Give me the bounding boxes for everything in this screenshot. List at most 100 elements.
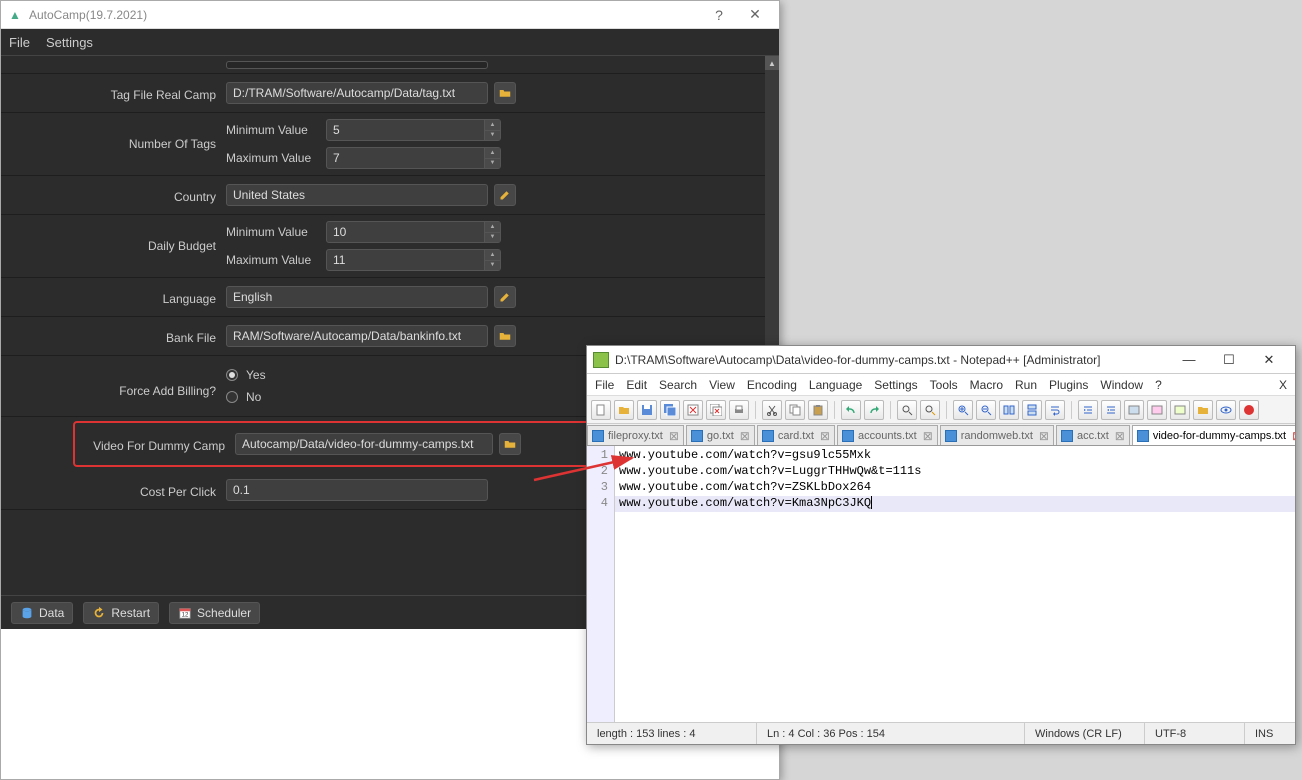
save-icon[interactable] [637, 400, 657, 420]
replace-icon[interactable] [920, 400, 940, 420]
tab-randomweb[interactable]: randomweb.txt⊠ [940, 425, 1054, 445]
cpc-input[interactable]: 0.1 [226, 479, 488, 501]
close-file-icon[interactable] [683, 400, 703, 420]
browse-video-button[interactable] [499, 433, 521, 455]
copy-icon[interactable] [785, 400, 805, 420]
menu-language[interactable]: Language [809, 378, 862, 392]
browse-bank-button[interactable] [494, 325, 516, 347]
tab-go[interactable]: go.txt⊠ [686, 425, 755, 445]
language-input[interactable]: English [226, 286, 488, 308]
code-line[interactable]: www.youtube.com/watch?v=LuggrTHHwQw&t=11… [615, 464, 1295, 480]
menu-view[interactable]: View [709, 378, 735, 392]
chevron-up-icon[interactable]: ▲ [485, 120, 500, 131]
outdent-icon[interactable] [1101, 400, 1121, 420]
code-line[interactable]: www.youtube.com/watch?v=gsu9lc55Mxk [615, 448, 1295, 464]
menu-run[interactable]: Run [1015, 378, 1037, 392]
chevron-down-icon[interactable]: ▼ [485, 159, 500, 169]
indent-icon[interactable] [1078, 400, 1098, 420]
tab-video-dummy[interactable]: video-for-dummy-camps.txt⊠ [1132, 425, 1295, 446]
folder-icon[interactable] [1193, 400, 1213, 420]
notepadpp-window: D:\TRAM\Software\Autocamp\Data\video-for… [586, 345, 1296, 745]
new-file-icon[interactable] [591, 400, 611, 420]
code-line[interactable]: www.youtube.com/watch?v=ZSKLbDox264 [615, 480, 1295, 496]
zoom-in-icon[interactable] [953, 400, 973, 420]
save-all-icon[interactable] [660, 400, 680, 420]
menu-edit[interactable]: Edit [626, 378, 647, 392]
redo-icon[interactable] [864, 400, 884, 420]
menu-file[interactable]: File [595, 378, 614, 392]
autocamp-titlebar[interactable]: ▲ AutoCamp(19.7.2021) ? ✕ [1, 1, 779, 29]
menu-window[interactable]: Window [1100, 378, 1143, 392]
browse-tagfile-button[interactable] [494, 82, 516, 104]
open-file-icon[interactable] [614, 400, 634, 420]
edit-country-button[interactable] [494, 184, 516, 206]
menu-search[interactable]: Search [659, 378, 697, 392]
tab-accounts[interactable]: accounts.txt⊠ [837, 425, 938, 445]
restart-button[interactable]: Restart [83, 602, 159, 624]
menu-encoding[interactable]: Encoding [747, 378, 797, 392]
close-button[interactable]: ✕ [737, 3, 773, 27]
chevron-up-icon[interactable]: ▲ [485, 250, 500, 261]
tagfile-input[interactable]: D:/TRAM/Software/Autocamp/Data/tag.txt [226, 82, 488, 104]
np-menubar: File Edit Search View Encoding Language … [587, 374, 1295, 396]
np-editor[interactable]: 1 2 3 4 www.youtube.com/watch?v=gsu9lc55… [587, 446, 1295, 722]
undo-icon[interactable] [841, 400, 861, 420]
tab-close-icon[interactable]: ⊠ [923, 429, 933, 443]
find-icon[interactable] [897, 400, 917, 420]
chevron-up-icon[interactable]: ▲ [485, 222, 500, 233]
help-button[interactable]: ? [701, 3, 737, 27]
maximize-button[interactable]: ☐ [1209, 348, 1249, 372]
budget-min-input[interactable]: 10▲▼ [326, 221, 501, 243]
menu-tools[interactable]: Tools [930, 378, 958, 392]
code-area[interactable]: www.youtube.com/watch?v=gsu9lc55Mxk www.… [615, 446, 1295, 722]
close-all-icon[interactable] [706, 400, 726, 420]
tab-close-icon[interactable]: ⊠ [1292, 429, 1295, 443]
toolbar-icon[interactable] [1124, 400, 1144, 420]
minimize-button[interactable]: — [1169, 348, 1209, 372]
menu-settings[interactable]: Settings [874, 378, 917, 392]
chevron-down-icon[interactable]: ▼ [485, 233, 500, 243]
tab-acc[interactable]: acc.txt⊠ [1056, 425, 1130, 445]
chevron-down-icon[interactable]: ▼ [485, 131, 500, 141]
tab-close-icon[interactable]: ⊠ [669, 429, 679, 443]
print-icon[interactable] [729, 400, 749, 420]
video-input[interactable]: Autocamp/Data/video-for-dummy-camps.txt [235, 433, 493, 455]
sync-h-icon[interactable] [1022, 400, 1042, 420]
tab-close-icon[interactable]: ⊠ [1115, 429, 1125, 443]
scroll-up-icon[interactable]: ▲ [765, 56, 779, 70]
close-button[interactable]: ✕ [1249, 348, 1289, 372]
cut-icon[interactable] [762, 400, 782, 420]
scheduler-button[interactable]: 12Scheduler [169, 602, 260, 624]
chevron-down-icon[interactable]: ▼ [485, 261, 500, 271]
code-line[interactable]: www.youtube.com/watch?v=Kma3NpC3JKQ [615, 496, 1295, 512]
tab-close-icon[interactable]: ⊠ [820, 429, 830, 443]
menu-close-x[interactable]: X [1279, 378, 1287, 392]
menu-settings[interactable]: Settings [46, 35, 93, 50]
edit-language-button[interactable] [494, 286, 516, 308]
data-button[interactable]: Data [11, 602, 73, 624]
menu-macro[interactable]: Macro [970, 378, 1003, 392]
toolbar-icon[interactable] [1147, 400, 1167, 420]
tab-close-icon[interactable]: ⊠ [1039, 429, 1049, 443]
np-titlebar[interactable]: D:\TRAM\Software\Autocamp\Data\video-for… [587, 346, 1295, 374]
record-macro-icon[interactable] [1239, 400, 1259, 420]
paste-icon[interactable] [808, 400, 828, 420]
chevron-up-icon[interactable]: ▲ [485, 148, 500, 159]
toolbar-icon[interactable] [1170, 400, 1190, 420]
restart-button-label: Restart [111, 606, 150, 620]
numtags-max-input[interactable]: 7▲▼ [326, 147, 501, 169]
zoom-out-icon[interactable] [976, 400, 996, 420]
monitor-icon[interactable] [1216, 400, 1236, 420]
bank-input[interactable]: RAM/Software/Autocamp/Data/bankinfo.txt [226, 325, 488, 347]
menu-help[interactable]: ? [1155, 378, 1162, 392]
country-input[interactable]: United States [226, 184, 488, 206]
numtags-min-input[interactable]: 5▲▼ [326, 119, 501, 141]
menu-file[interactable]: File [9, 35, 30, 50]
tab-card[interactable]: card.txt⊠ [757, 425, 835, 445]
budget-max-input[interactable]: 11▲▼ [326, 249, 501, 271]
tab-fileproxy[interactable]: fileproxy.txt⊠ [587, 425, 684, 445]
tab-close-icon[interactable]: ⊠ [740, 429, 750, 443]
menu-plugins[interactable]: Plugins [1049, 378, 1088, 392]
wrap-icon[interactable] [1045, 400, 1065, 420]
sync-v-icon[interactable] [999, 400, 1019, 420]
